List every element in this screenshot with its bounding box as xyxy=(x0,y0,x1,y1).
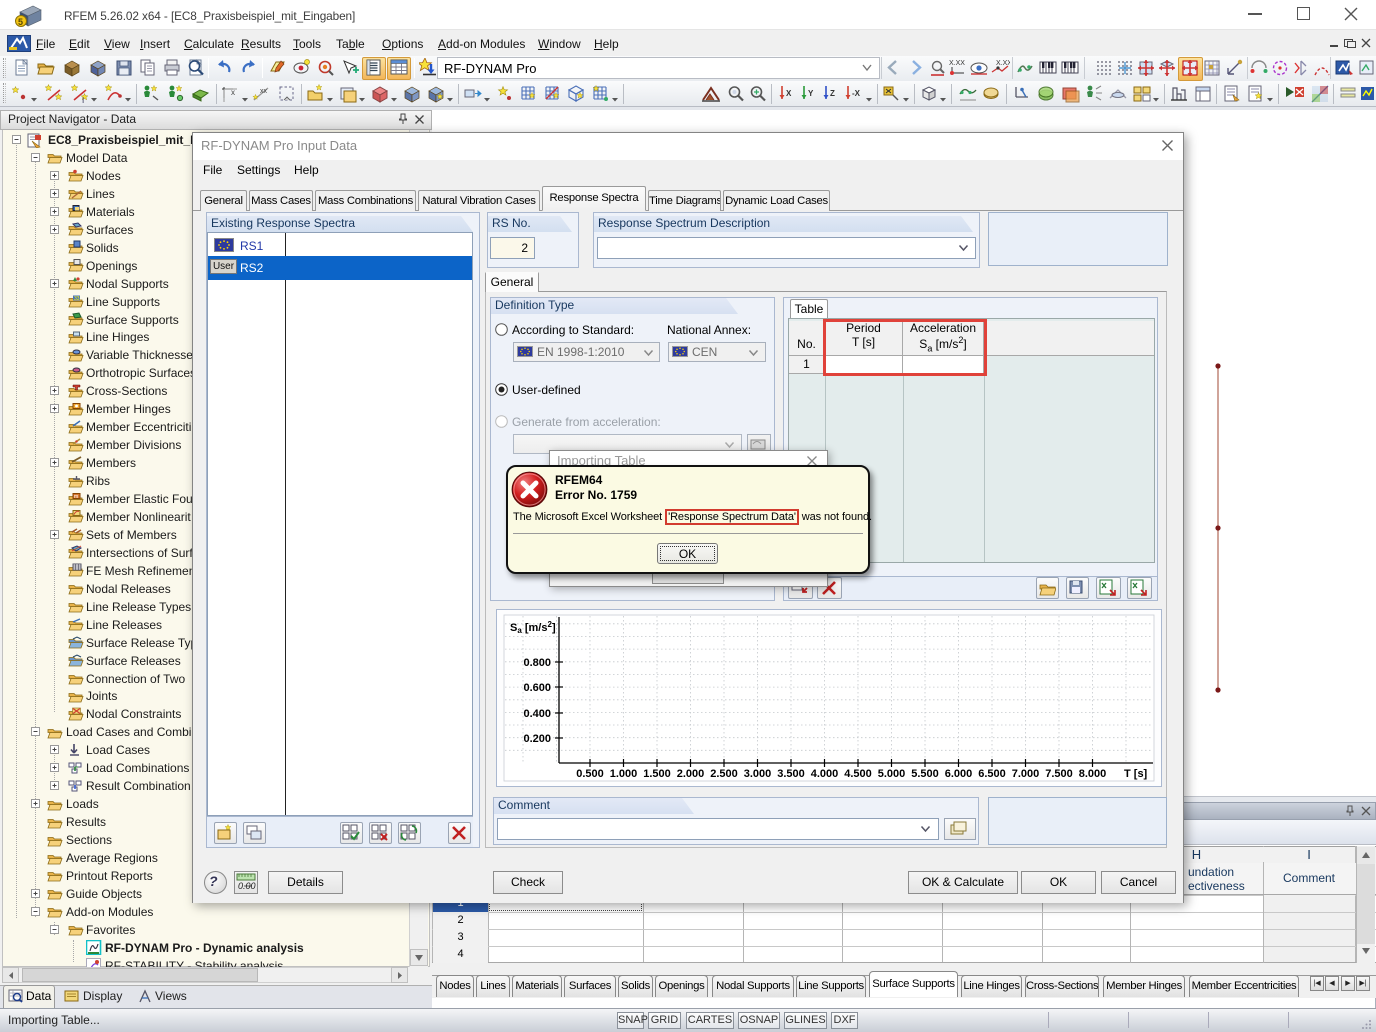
svg-text:0.800: 0.800 xyxy=(523,657,551,669)
svg-text:7.500: 7.500 xyxy=(1045,768,1073,780)
svg-text:4.500: 4.500 xyxy=(844,768,872,780)
svg-text:0.500: 0.500 xyxy=(576,768,604,780)
svg-text:5.500: 5.500 xyxy=(911,768,939,780)
svg-text:4.000: 4.000 xyxy=(811,768,839,780)
svg-text:T [s]: T [s] xyxy=(1124,768,1148,780)
svg-text:33: 33 xyxy=(74,296,80,302)
svg-text:2.000: 2.000 xyxy=(677,768,705,780)
svg-text:1.000: 1.000 xyxy=(610,768,638,780)
svg-text:x: x xyxy=(231,88,235,97)
svg-text:0.200: 0.200 xyxy=(523,733,551,745)
svg-text:7.000: 7.000 xyxy=(1012,768,1040,780)
svg-text:5.000: 5.000 xyxy=(878,768,906,780)
svg-text:1.500: 1.500 xyxy=(643,768,671,780)
svg-text:5: 5 xyxy=(18,17,23,27)
svg-text:0.400: 0.400 xyxy=(523,708,551,720)
svg-text:Y: Y xyxy=(808,89,814,98)
svg-text:0.600: 0.600 xyxy=(523,682,551,694)
svg-text:m: m xyxy=(74,494,78,500)
svg-text:6.500: 6.500 xyxy=(978,768,1006,780)
svg-text:X: X xyxy=(786,89,792,98)
svg-text:6.000: 6.000 xyxy=(945,768,973,780)
svg-text:8.000: 8.000 xyxy=(1079,768,1107,780)
svg-text:2.500: 2.500 xyxy=(710,768,738,780)
svg-text:3.000: 3.000 xyxy=(744,768,772,780)
svg-text:Z: Z xyxy=(830,89,835,98)
svg-text:3.500: 3.500 xyxy=(777,768,805,780)
svg-text:X.XX: X.XX xyxy=(949,60,965,67)
svg-text:-X: -X xyxy=(852,89,861,98)
svg-text:xx: xx xyxy=(260,88,268,95)
svg-text:I: I xyxy=(82,96,84,104)
